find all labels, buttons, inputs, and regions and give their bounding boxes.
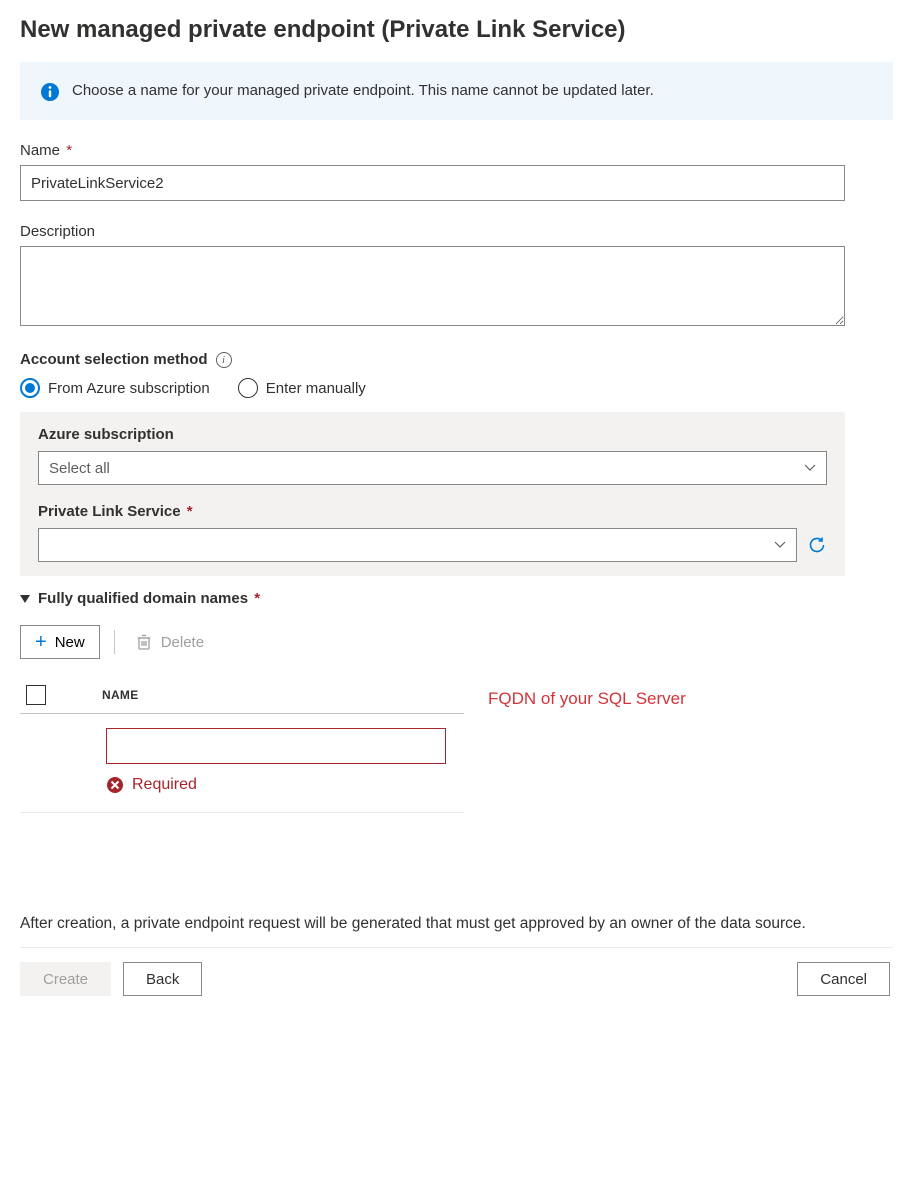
error-message: Required (106, 776, 458, 794)
fqdn-table: NAME Required (20, 677, 464, 813)
radio-from-azure[interactable]: From Azure subscription (20, 378, 210, 398)
account-method-label: Account selection method (20, 351, 208, 368)
new-button-label: New (55, 634, 85, 651)
column-name-header: NAME (102, 688, 139, 702)
table-header: NAME (20, 677, 464, 714)
fqdn-annotation: FQDN of your SQL Server (488, 677, 686, 709)
fqdn-label: Fully qualified domain names * (38, 590, 260, 607)
delete-button-label: Delete (161, 634, 204, 651)
error-icon (106, 776, 124, 794)
radio-selected-icon (20, 378, 40, 398)
back-button[interactable]: Back (123, 962, 202, 996)
chevron-down-icon (804, 464, 816, 472)
table-row: Required (20, 714, 464, 813)
radio-manual-label: Enter manually (266, 380, 366, 397)
error-text: Required (132, 776, 197, 794)
chevron-down-icon (774, 541, 786, 549)
cancel-button[interactable]: Cancel (797, 962, 890, 996)
page-title: New managed private endpoint (Private Li… (20, 16, 893, 44)
azure-sub-value: Select all (49, 460, 110, 477)
fqdn-name-input[interactable] (106, 728, 446, 764)
radio-from-azure-label: From Azure subscription (48, 380, 210, 397)
plus-icon: + (35, 632, 47, 652)
info-banner: Choose a name for your managed private e… (20, 62, 893, 120)
radio-unselected-icon (238, 378, 258, 398)
toolbar-separator (114, 630, 115, 654)
delete-button: Delete (129, 632, 210, 652)
description-textarea[interactable] (20, 246, 845, 326)
azure-panel: Azure subscription Select all Private Li… (20, 412, 845, 576)
azure-sub-dropdown[interactable]: Select all (38, 451, 827, 485)
name-label: Name * (20, 142, 893, 159)
refresh-icon[interactable] (807, 535, 827, 555)
info-circle-icon[interactable]: i (216, 352, 232, 368)
radio-enter-manually[interactable]: Enter manually (238, 378, 366, 398)
info-banner-text: Choose a name for your managed private e… (72, 80, 654, 101)
select-all-checkbox[interactable] (26, 685, 46, 705)
azure-sub-label: Azure subscription (38, 426, 827, 443)
info-icon (40, 82, 60, 102)
new-button[interactable]: + New (20, 625, 100, 659)
name-input[interactable] (20, 165, 845, 201)
trash-icon (135, 633, 153, 651)
fqdn-toolbar: + New Delete (20, 625, 893, 659)
pls-label: Private Link Service * (38, 503, 827, 520)
footer-note: After creation, a private endpoint reque… (20, 913, 893, 935)
footer-separator (20, 947, 893, 948)
triangle-down-icon (20, 595, 30, 603)
pls-dropdown[interactable] (38, 528, 797, 562)
description-label: Description (20, 223, 893, 240)
account-method-radios: From Azure subscription Enter manually (20, 378, 893, 398)
fqdn-section-toggle[interactable]: Fully qualified domain names * (20, 590, 893, 607)
create-button: Create (20, 962, 111, 996)
